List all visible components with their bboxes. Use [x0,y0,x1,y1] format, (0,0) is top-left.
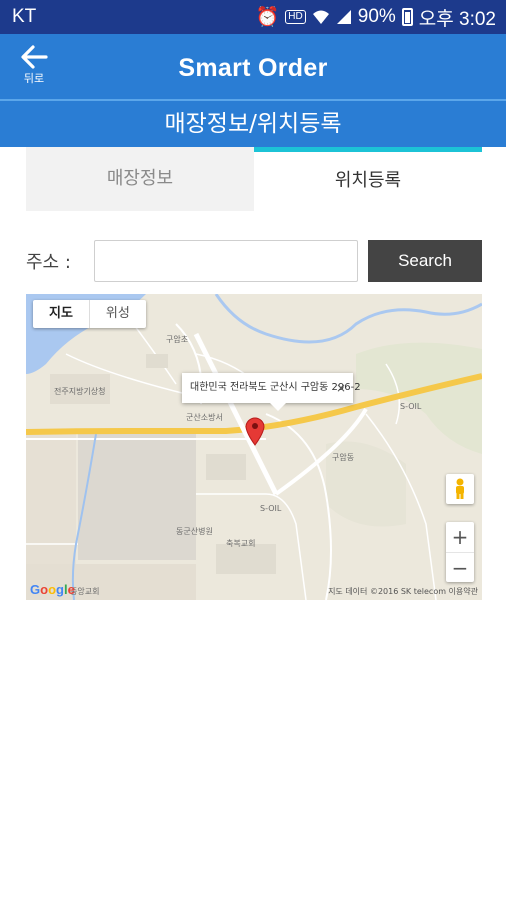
map-pin-icon[interactable] [244,416,266,446]
zoom-in-button[interactable]: + [446,522,474,552]
status-icons: ⏰ HD 90% 오후 3:02 [256,4,496,31]
map-label-station: 군산소방서 [186,413,223,422]
address-input[interactable] [94,240,358,282]
map-label-area: 전주지방기상청 [54,387,106,396]
page-title: 매장정보/위치등록 [0,101,506,147]
map-label-dong: 구암동 [332,453,355,462]
map-attribution[interactable]: 지도 데이터 ©2016 SK telecom 이용약관 [328,586,478,597]
wifi-icon [312,10,329,24]
app-bar: 뒤로 Smart Order [0,34,506,100]
address-label: 주소 : [26,252,71,273]
tab-bar: 매장정보 위치등록 [26,147,482,211]
map-type-control: 지도 위성 [33,300,146,328]
zoom-out-button[interactable]: − [446,552,474,582]
tab-location-register[interactable]: 위치등록 [254,147,482,211]
map-info-window: 대한민국 전라북도 군산시 구암동 296-2 × [182,373,361,411]
map-label-oil-2: S-OIL [260,504,282,513]
map-type-map-button[interactable]: 지도 [33,300,89,328]
map-label-church: 축복교회 [226,539,256,548]
map-background [26,294,482,600]
map-view[interactable]: 구암초 전주지방기상청 S-OIL S-OIL 축복교회 구암동 군산소방서 동… [26,294,482,600]
search-button[interactable]: Search [368,240,482,282]
battery-icon [401,8,413,26]
app-title: Smart Order [178,54,328,82]
address-row: 주소 : Search [26,240,482,282]
signal-icon [336,10,351,24]
alarm-icon: ⏰ [255,7,280,28]
map-label-school: 구암초 [166,335,189,344]
map-type-satellite-button[interactable]: 위성 [88,300,146,328]
google-logo: Google [30,582,75,597]
status-bar: KT ⏰ HD 90% 오후 3:02 [0,0,506,34]
zoom-control: + − [446,522,474,582]
carrier-label: KT [12,6,37,27]
hd-icon: HD [285,10,306,24]
map-label-hospital: 동군산병원 [176,527,213,536]
close-icon[interactable]: × [336,373,346,403]
street-view-pegman-icon[interactable] [446,474,474,504]
map-label-oil: S-OIL [400,402,422,411]
clock: 오후 3:02 [418,8,496,30]
tab-store-info[interactable]: 매장정보 [26,147,254,211]
battery-percent: 90% [357,6,396,27]
